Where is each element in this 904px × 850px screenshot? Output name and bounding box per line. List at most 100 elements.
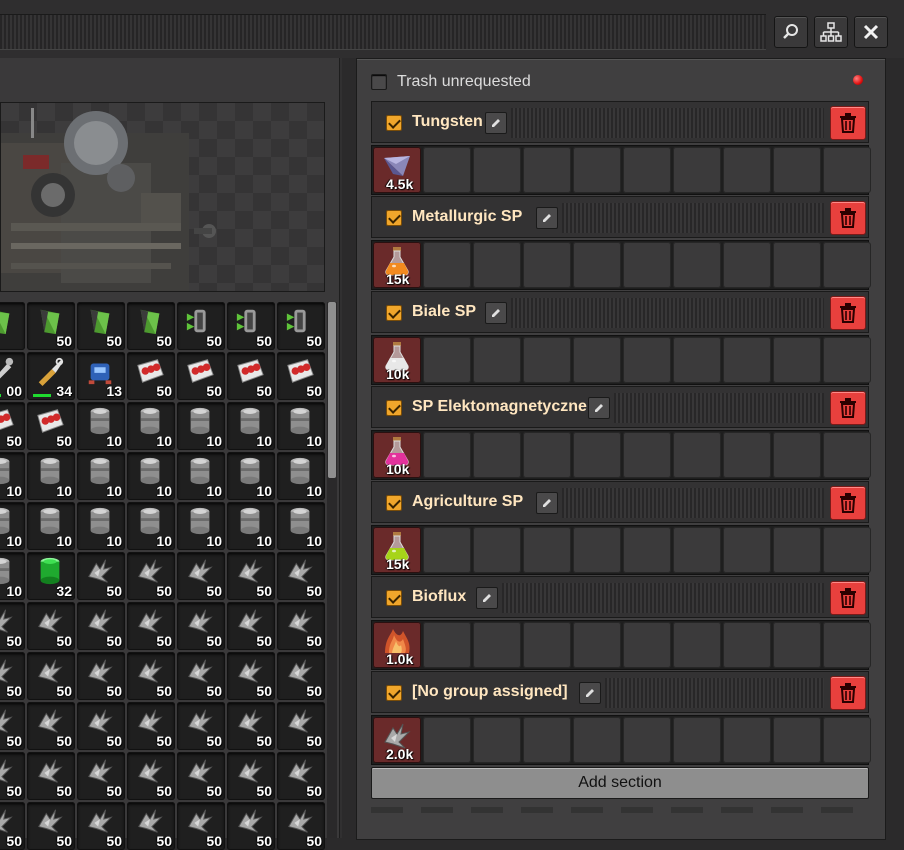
request-slot-empty[interactable]: [823, 337, 871, 383]
inventory-slot[interactable]: 50: [177, 652, 225, 700]
inventory-slot[interactable]: 10: [277, 402, 325, 450]
inventory-slot[interactable]: 50: [177, 802, 225, 850]
inventory-slot[interactable]: 10: [277, 452, 325, 500]
inventory-slot[interactable]: 50: [27, 652, 75, 700]
rename-section-button[interactable]: [476, 587, 498, 609]
request-slot-empty[interactable]: [523, 622, 571, 668]
inventory-slot[interactable]: 50: [27, 702, 75, 750]
inventory-slot[interactable]: 50: [127, 352, 175, 400]
request-slot-empty[interactable]: [723, 147, 771, 193]
inventory-slot[interactable]: 10: [277, 502, 325, 550]
request-slot-empty[interactable]: [673, 527, 721, 573]
request-slot-empty[interactable]: [773, 717, 821, 763]
request-slot-empty[interactable]: [773, 527, 821, 573]
request-slot-filled[interactable]: 15k: [373, 242, 421, 288]
inventory-slot[interactable]: 10: [127, 452, 175, 500]
inventory-slot[interactable]: 50: [177, 702, 225, 750]
rename-section-button[interactable]: [536, 207, 558, 229]
request-slot-empty[interactable]: [523, 717, 571, 763]
inventory-slot[interactable]: 10: [177, 452, 225, 500]
inventory-slot[interactable]: 50: [127, 652, 175, 700]
request-slot-empty[interactable]: [773, 622, 821, 668]
tree-button[interactable]: [814, 16, 848, 48]
inventory-slot[interactable]: 50: [77, 302, 125, 350]
request-slot-empty[interactable]: [623, 527, 671, 573]
inventory-slot[interactable]: 50: [77, 752, 125, 800]
request-slot-empty[interactable]: [673, 147, 721, 193]
inventory-slot[interactable]: 50: [0, 802, 25, 850]
inventory-slot[interactable]: 50: [27, 402, 75, 450]
rename-section-button[interactable]: [579, 682, 601, 704]
request-slot-empty[interactable]: [573, 147, 621, 193]
request-slot-empty[interactable]: [673, 337, 721, 383]
search-button[interactable]: [774, 16, 808, 48]
inventory-slot[interactable]: 50: [127, 752, 175, 800]
inventory-slot[interactable]: 50: [127, 802, 175, 850]
inventory-slot[interactable]: 50: [227, 752, 275, 800]
request-slot-empty[interactable]: [723, 242, 771, 288]
inventory-slot[interactable]: 32: [27, 552, 75, 600]
inventory-slot[interactable]: 50: [127, 302, 175, 350]
request-slot-empty[interactable]: [673, 717, 721, 763]
inventory-slot[interactable]: 50: [0, 702, 25, 750]
request-slot-empty[interactable]: [773, 147, 821, 193]
inventory-slot[interactable]: 10: [27, 502, 75, 550]
inventory-slot[interactable]: 50: [27, 302, 75, 350]
inventory-slot[interactable]: 50: [177, 602, 225, 650]
request-slot-empty[interactable]: [423, 432, 471, 478]
inventory-slot[interactable]: 50: [277, 302, 325, 350]
rename-section-button[interactable]: [485, 112, 507, 134]
request-slot-filled[interactable]: 1.0k: [373, 622, 421, 668]
inventory-slot[interactable]: 50: [277, 602, 325, 650]
inventory-slot[interactable]: 50: [127, 552, 175, 600]
inventory-slot[interactable]: 50: [277, 702, 325, 750]
request-slot-empty[interactable]: [823, 242, 871, 288]
inventory-slot[interactable]: 50: [0, 752, 25, 800]
inventory-slot[interactable]: 10: [127, 402, 175, 450]
request-slot-empty[interactable]: [423, 622, 471, 668]
request-slot-filled[interactable]: 10k: [373, 432, 421, 478]
request-slot-empty[interactable]: [723, 622, 771, 668]
inventory-slot[interactable]: 10: [77, 452, 125, 500]
request-slot-empty[interactable]: [723, 717, 771, 763]
inventory-slot[interactable]: 50: [27, 802, 75, 850]
inventory-slot[interactable]: 10: [227, 452, 275, 500]
inventory-slot[interactable]: 50: [277, 552, 325, 600]
request-slot-empty[interactable]: [723, 432, 771, 478]
delete-section-button[interactable]: [830, 296, 866, 330]
inventory-slot[interactable]: 10: [0, 452, 25, 500]
inventory-slot[interactable]: 50: [77, 702, 125, 750]
inventory-scrollbar[interactable]: [327, 302, 337, 838]
titlebar-drag-handle[interactable]: [0, 14, 766, 50]
inventory-slot[interactable]: 50: [127, 702, 175, 750]
inventory-slot[interactable]: 50: [177, 552, 225, 600]
request-slot-empty[interactable]: [573, 337, 621, 383]
inventory-slot[interactable]: 10: [0, 502, 25, 550]
request-slot-empty[interactable]: [623, 242, 671, 288]
section-enabled-checkbox[interactable]: [386, 305, 402, 321]
inventory-slot[interactable]: 50: [277, 652, 325, 700]
request-slot-empty[interactable]: [823, 527, 871, 573]
inventory-slot[interactable]: 10: [227, 502, 275, 550]
inventory-slot[interactable]: 50: [0, 652, 25, 700]
delete-section-button[interactable]: [830, 581, 866, 615]
request-slot-empty[interactable]: [473, 337, 521, 383]
delete-section-button[interactable]: [830, 391, 866, 425]
request-slot-empty[interactable]: [523, 432, 571, 478]
request-slot-empty[interactable]: [773, 242, 821, 288]
request-slot-empty[interactable]: [773, 337, 821, 383]
inventory-slot[interactable]: 50: [227, 552, 275, 600]
request-slot-empty[interactable]: [723, 337, 771, 383]
close-button[interactable]: [854, 16, 888, 48]
inventory-slot[interactable]: 50: [0, 402, 25, 450]
add-section-button[interactable]: Add section: [371, 767, 869, 799]
request-slot-empty[interactable]: [623, 147, 671, 193]
inventory-slot[interactable]: 50: [227, 702, 275, 750]
request-slot-filled[interactable]: 2.0k: [373, 717, 421, 763]
request-slot-empty[interactable]: [673, 432, 721, 478]
request-slot-empty[interactable]: [473, 147, 521, 193]
section-enabled-checkbox[interactable]: [386, 115, 402, 131]
inventory-slot[interactable]: 50: [27, 602, 75, 650]
delete-section-button[interactable]: [830, 676, 866, 710]
inventory-slot[interactable]: 10: [177, 502, 225, 550]
